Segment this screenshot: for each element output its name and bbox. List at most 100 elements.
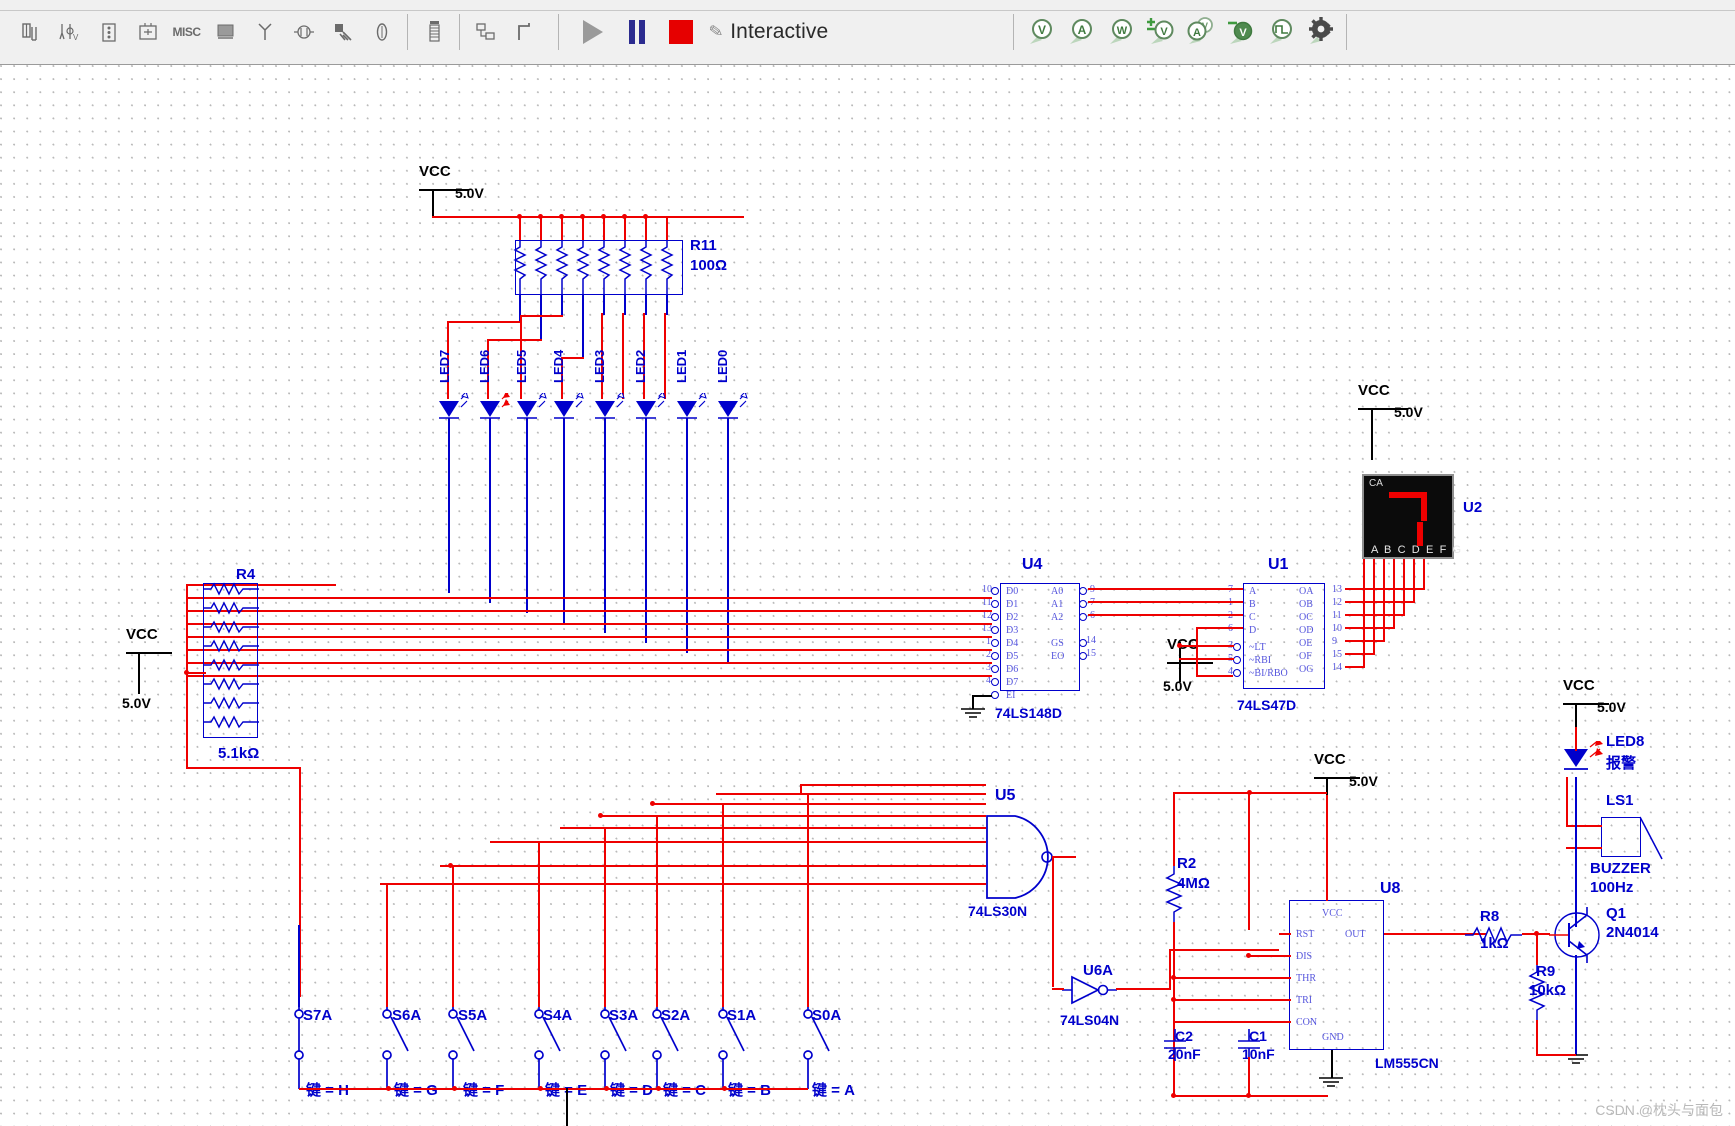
misc-label: MISC: [172, 25, 202, 39]
u1-pin-num-14: 14: [1332, 662, 1342, 673]
svg-text:A: A: [1078, 23, 1087, 37]
led3-label: LED3: [592, 349, 607, 383]
hierarchical-block-button[interactable]: [467, 12, 504, 52]
indicator-component-button[interactable]: [363, 12, 400, 52]
diode-component-button[interactable]: [90, 12, 127, 52]
r4-value-label: 5.1kΩ: [218, 745, 260, 762]
u4-pin-d3: D3: [1006, 625, 1019, 636]
simulation-mode-selector[interactable]: ✎ Interactive: [708, 20, 828, 44]
digital-probe-button[interactable]: [1260, 12, 1300, 52]
run-simulation-button[interactable]: [571, 11, 615, 53]
vcc-alarm-value: 5.0V: [1597, 699, 1626, 715]
toolbar-separator-2: [459, 14, 460, 50]
segment-c: [1417, 522, 1423, 546]
r2-bottom-wire: [1173, 922, 1175, 1097]
ls1-type-label: BUZZER: [1590, 860, 1651, 877]
r11-ref-label: R11: [690, 237, 717, 254]
stop-simulation-button[interactable]: [659, 11, 703, 53]
u8-pin-vcc: VCC: [1322, 908, 1343, 919]
power-component-button[interactable]: [324, 12, 361, 52]
connector-icon: [428, 21, 440, 42]
differential-voltage-probe-button[interactable]: V: [1140, 12, 1180, 52]
u4-pin-d0: D0: [1006, 586, 1019, 597]
led5-label: LED5: [514, 349, 529, 383]
switch-symbols[interactable]: [290, 1005, 910, 1095]
u4-pin-d7: D7: [1006, 677, 1019, 688]
u4-pin-d2: D2: [1006, 612, 1019, 623]
diode-icon: [101, 23, 116, 42]
u8-pin-out: OUT: [1345, 929, 1366, 940]
pause-simulation-button[interactable]: [615, 11, 659, 53]
u8-pin-thr: THR: [1296, 973, 1316, 984]
u4-pin-a0: A0: [1051, 586, 1064, 597]
differential-voltage-probe-icon: V: [1147, 18, 1174, 44]
u4-pin-num-15: 15: [1086, 648, 1096, 659]
led7-label: LED7: [437, 349, 452, 383]
source-component-button[interactable]: [12, 12, 49, 52]
misc-digital-component-button[interactable]: MISC: [168, 12, 205, 52]
analog-component-button[interactable]: [207, 12, 244, 52]
u5-output-stub: [1052, 856, 1076, 858]
u1-pin-num-12: 12: [1332, 597, 1342, 608]
u1-pin-of: OF: [1299, 651, 1312, 662]
ls1-body[interactable]: [1601, 817, 1641, 857]
differential-current-probe-button[interactable]: V A: [1180, 12, 1220, 52]
led8-symbol[interactable]: [1556, 741, 1606, 783]
ground-icon: [961, 708, 985, 718]
u4-pin-d6: D6: [1006, 664, 1019, 675]
lamp-icon: [376, 23, 387, 41]
analog-ic-icon: [217, 24, 233, 39]
pulse-icon: [517, 23, 530, 40]
current-probe-button[interactable]: A: [1060, 12, 1100, 52]
rf-component-button[interactable]: [246, 12, 283, 52]
power-probe-icon: W: [1110, 19, 1133, 44]
u1-pin-og: OG: [1299, 664, 1314, 675]
r2-symbol[interactable]: [1164, 865, 1184, 925]
vcc-r4-label: VCC: [126, 626, 158, 643]
q1-transistor-symbol[interactable]: [1547, 905, 1607, 965]
transistor-icon: [138, 23, 157, 40]
hierarchy-icon: [475, 23, 495, 40]
ls1-bottom-wire: [1566, 847, 1602, 849]
u1-pin-c: C: [1249, 612, 1256, 623]
u4-ref-label: U4: [1022, 556, 1043, 573]
r8-symbol[interactable]: [1464, 925, 1524, 945]
electromechanical-component-button[interactable]: [285, 12, 322, 52]
led4-label: LED4: [551, 349, 566, 383]
led8-anode-wire: [1575, 727, 1577, 751]
basic-component-button[interactable]: V: [51, 12, 88, 52]
bus-component-button[interactable]: [506, 12, 543, 52]
u6a-inverter-symbol[interactable]: [1060, 973, 1118, 1007]
r9-symbol[interactable]: [1527, 963, 1547, 1023]
u2-ref-label: U2: [1463, 499, 1483, 516]
led1-label: LED1: [674, 349, 689, 383]
u6a-output-riser: [1169, 949, 1171, 989]
transistor-component-button[interactable]: [129, 12, 166, 52]
ls1-ref-label: LS1: [1606, 792, 1634, 809]
resistor-capacitor-icon: V: [58, 24, 79, 42]
c2-symbol[interactable]: [1160, 1029, 1190, 1061]
main-toolbar: V MISC ✎ Interactive V A W V A V: [0, 0, 1735, 65]
u8-pin-tri: TRI: [1296, 995, 1313, 1006]
buzzer-cone-icon: [1639, 816, 1663, 860]
voltage-probe-button[interactable]: V: [1020, 12, 1060, 52]
u5-nand-symbol[interactable]: [985, 814, 1055, 900]
u6a-to-rst: [1169, 949, 1279, 951]
reference-voltage-probe-button[interactable]: V: [1220, 12, 1260, 52]
c1-bottom: [1248, 1057, 1250, 1097]
svg-text:V: V: [1161, 26, 1169, 38]
power-probe-button[interactable]: W: [1100, 12, 1140, 52]
vcc-555-stem: [1326, 777, 1328, 797]
u1-pin-d: D: [1249, 625, 1257, 636]
pause-icon: [629, 20, 645, 44]
u1-pin-oc: OC: [1299, 612, 1313, 623]
probe-settings-button[interactable]: [1300, 12, 1340, 52]
vcc-r4-stem: [138, 652, 140, 694]
u4-pin-d1: D1: [1006, 599, 1019, 610]
seven-segment-display[interactable]: CA A B C D E F G: [1362, 474, 1461, 559]
r4-zigzag-group: [204, 582, 259, 729]
connector-component-button[interactable]: [415, 12, 452, 52]
schematic-canvas[interactable]: VCC 5.0V R11 100Ω LED7 LED6 LED5 LED4 LE…: [0, 65, 1735, 1126]
segment-pin-labels: A B C D E F G: [1371, 544, 1463, 556]
ls1-freq-label: 100Hz: [1590, 879, 1634, 896]
